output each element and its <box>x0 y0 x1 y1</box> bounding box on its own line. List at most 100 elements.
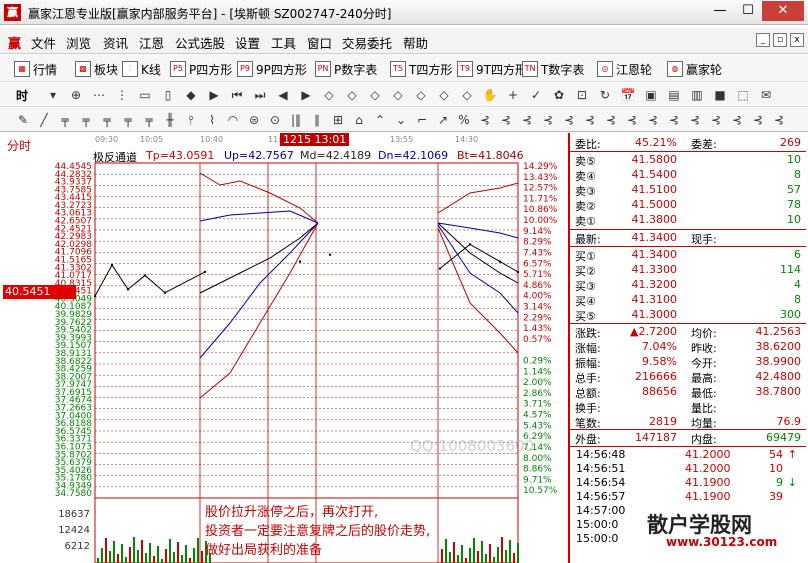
line-tool-button[interactable]: ⊰ <box>602 111 620 129</box>
tool-button[interactable]: ▯ <box>159 86 177 104</box>
line-tool-button[interactable]: ⊰ <box>770 111 788 129</box>
tool-button[interactable]: ⊕ <box>67 86 85 104</box>
volume-bar <box>489 544 491 563</box>
period-selector[interactable]: 时 <box>16 87 28 104</box>
mdi-minimize-button[interactable]: _ <box>756 33 770 47</box>
menu-tools[interactable]: 工具 <box>271 33 296 52</box>
line-tool-button[interactable]: ⊰ <box>518 111 536 129</box>
line-tool-button[interactable]: ⌐ <box>413 111 431 129</box>
line-tool-button[interactable]: ⊰ <box>644 111 662 129</box>
line-tool-button[interactable]: ◠ <box>224 111 242 129</box>
toolbar-pn-button[interactable]: PN P数字表 <box>315 60 377 78</box>
line-tool-button[interactable]: ╤ <box>98 111 116 129</box>
minimize-button[interactable]: — <box>706 1 734 21</box>
menu-trade[interactable]: 交易委托 <box>342 33 392 52</box>
tool-button[interactable]: ▤ <box>665 86 683 104</box>
line-tool-button[interactable]: ⊰ <box>707 111 725 129</box>
line-tool-button[interactable]: ↗ <box>434 111 452 129</box>
tool-button[interactable]: ⬚ <box>734 86 752 104</box>
menu-file[interactable]: 文件 <box>31 33 56 52</box>
line-tool-button[interactable]: ⊰ <box>749 111 767 129</box>
line-tool-button[interactable]: ⊰ <box>476 111 494 129</box>
tool-button[interactable]: ✉ <box>757 86 775 104</box>
tool-button[interactable]: ↻ <box>596 86 614 104</box>
tool-button[interactable]: 📅 <box>619 86 637 104</box>
line-tool-button[interactable]: ⊰ <box>539 111 557 129</box>
tool-button[interactable]: ▶ <box>297 86 315 104</box>
line-tool-button[interactable]: |‖ <box>287 111 305 129</box>
tool-button[interactable]: ◇ <box>343 86 361 104</box>
tool-button[interactable]: ◇ <box>435 86 453 104</box>
tool-button[interactable]: ◇ <box>458 86 476 104</box>
line-tool-button[interactable]: ⊰ <box>581 111 599 129</box>
line-tool-button[interactable]: ⊰ <box>728 111 746 129</box>
toolbar-blocks-button[interactable]: ▩ 板块 <box>75 60 118 78</box>
mdi-restore-button[interactable]: ▫ <box>773 33 787 47</box>
tool-button[interactable]: ⋮ <box>113 86 131 104</box>
line-tool-button[interactable]: ⊰ <box>560 111 578 129</box>
line-tool-button[interactable]: ⊰ <box>497 111 515 129</box>
menu-browse[interactable]: 浏览 <box>66 33 91 52</box>
tool-button[interactable]: + <box>504 86 522 104</box>
menu-help[interactable]: 帮助 <box>403 33 428 52</box>
menu-gann[interactable]: 江恩 <box>139 33 164 52</box>
tool-button[interactable]: ⋯ <box>90 86 108 104</box>
tool-button[interactable]: ⊡ <box>573 86 591 104</box>
tool-button[interactable]: ▥ <box>688 86 706 104</box>
menu-formula-select[interactable]: 公式选股 <box>175 33 225 52</box>
tool-button[interactable]: ◀ <box>274 86 292 104</box>
toolbar-t9-button[interactable]: T9 9T四方形 <box>457 60 527 78</box>
line-tool-button[interactable]: ╱ <box>35 111 53 129</box>
intraday-chart-panel[interactable]: 44.4545 44.2832 43.9337 43.7585 43.4415 43.27… <box>0 133 568 563</box>
tool-button[interactable]: ▶ <box>205 86 223 104</box>
line-tool-button[interactable]: ⊜ <box>245 111 263 129</box>
tool-button[interactable]: ▣ <box>642 86 660 104</box>
toolbar-t-square-button[interactable]: T5 T四方形 <box>390 60 452 78</box>
tool-button[interactable]: ◇ <box>320 86 338 104</box>
line-tool-button[interactable]: ╤ <box>77 111 95 129</box>
line-tool-button[interactable]: ⊞ <box>329 111 347 129</box>
line-tool-button[interactable]: ✎ <box>14 111 32 129</box>
tool-button[interactable]: ◇ <box>412 86 430 104</box>
tool-button[interactable]: ◇ <box>389 86 407 104</box>
line-tool-button[interactable]: ⌇ <box>203 111 221 129</box>
tool-button[interactable]: ⏮ <box>228 86 246 104</box>
line-tool-button[interactable]: ╫ <box>161 111 179 129</box>
tool-button[interactable]: ■ <box>711 86 729 104</box>
line-tool-button[interactable]: ⊙ <box>266 111 284 129</box>
tool-button[interactable]: ⏭ <box>251 86 269 104</box>
toolbar-list-button[interactable]: ▦ 行情 <box>14 60 57 78</box>
tool-button[interactable]: ✓ <box>527 86 545 104</box>
line-tool-button[interactable]: % <box>455 111 473 129</box>
menu-settings[interactable]: 设置 <box>235 33 260 52</box>
menu-news[interactable]: 资讯 <box>103 33 128 52</box>
tool-button[interactable]: ◆ <box>182 86 200 104</box>
line-tool-button[interactable]: ⫯ <box>182 111 200 129</box>
close-button[interactable]: ✕ <box>762 1 804 21</box>
intraday-chart[interactable]: 44.454544.283243.933743.758543.441543.27… <box>0 133 568 563</box>
tool-button[interactable]: ✿ <box>550 86 568 104</box>
line-tool-button[interactable]: ⊰ <box>665 111 683 129</box>
tool-button[interactable]: ✋ <box>481 86 499 104</box>
mdi-close-button[interactable]: x <box>790 33 804 47</box>
line-tool-button[interactable]: ⌃ <box>371 111 389 129</box>
tool-button[interactable]: ▾ <box>44 86 62 104</box>
toolbar-p9-button[interactable]: P9 9P四方形 <box>237 60 307 78</box>
line-tool-button[interactable]: ╤ <box>119 111 137 129</box>
tool-button[interactable]: ◇ <box>366 86 384 104</box>
toolbar-tn-button[interactable]: TN T数字表 <box>522 60 584 78</box>
toolbar-kline-button[interactable]: ⫶ K线 <box>122 60 161 78</box>
toolbar-gann-wheel-button[interactable]: ◎ 江恩轮 <box>597 60 652 78</box>
line-tool-button[interactable]: ╤ <box>56 111 74 129</box>
line-tool-button[interactable]: ⌄ <box>392 111 410 129</box>
line-tool-button[interactable]: ⌂ <box>350 111 368 129</box>
menu-window[interactable]: 窗口 <box>307 33 332 52</box>
tool-button[interactable]: ▭ <box>136 86 154 104</box>
line-tool-button[interactable]: ⊰ <box>623 111 641 129</box>
line-tool-button[interactable]: ∥ <box>308 111 326 129</box>
maximize-button[interactable]: ☐ <box>734 1 762 21</box>
line-tool-button[interactable]: ⊰ <box>686 111 704 129</box>
toolbar-winner-wheel-button[interactable]: ◍ 赢家轮 <box>667 60 722 78</box>
line-tool-button[interactable]: ╤ <box>140 111 158 129</box>
toolbar-p-square-button[interactable]: P5 P四方形 <box>170 60 232 78</box>
